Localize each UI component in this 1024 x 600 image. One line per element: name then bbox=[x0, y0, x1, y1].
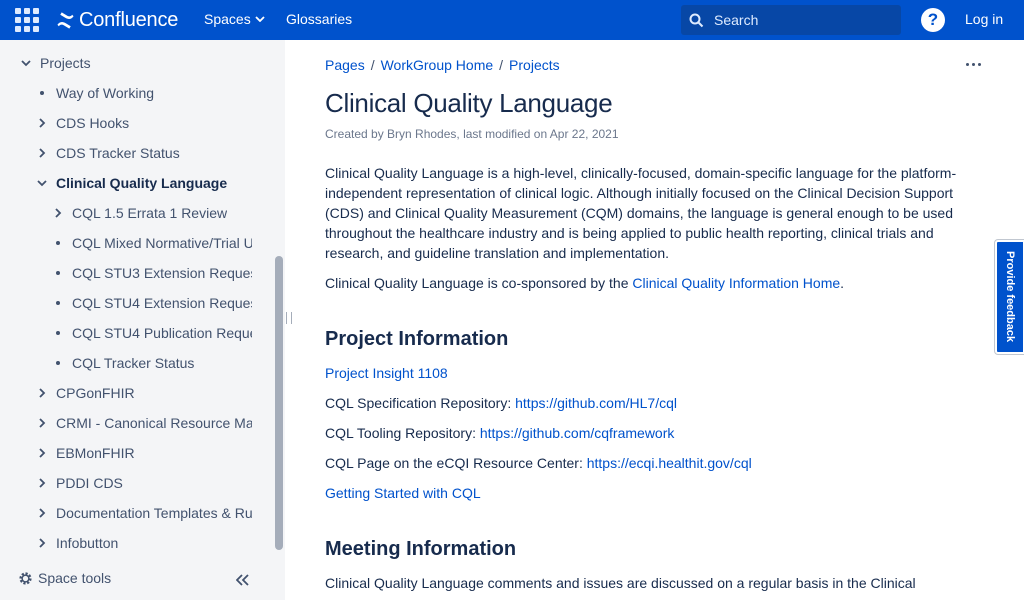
confluence-icon bbox=[57, 11, 74, 29]
login-link[interactable]: Log in bbox=[965, 11, 1003, 27]
spaces-label: Spaces bbox=[204, 11, 251, 27]
sidebar-tree-label: CQL STU3 Extension Reques bbox=[72, 265, 252, 281]
sidebar-tree-item[interactable]: EBMonFHIR bbox=[34, 438, 135, 468]
chevron-right-icon[interactable] bbox=[34, 475, 50, 491]
sidebar-tree-label: CQL STU4 Publication Reque bbox=[72, 325, 252, 341]
more-actions-icon[interactable] bbox=[966, 57, 981, 72]
help-question-icon[interactable]: ? bbox=[921, 8, 945, 32]
logo-text: Confluence bbox=[79, 8, 179, 31]
chevron-down-icon bbox=[255, 16, 265, 22]
sidebar-tree-item[interactable]: CQL STU4 Extension Reques bbox=[50, 288, 252, 318]
breadcrumb: Pages / WorkGroup Home / Projects bbox=[325, 57, 560, 73]
intro-paragraph: Clinical Quality Language is a high-leve… bbox=[325, 165, 957, 261]
sidebar-tree-label: CQL Tracker Status bbox=[72, 355, 195, 371]
bullet-icon bbox=[40, 91, 44, 95]
sidebar-tree-label: EBMonFHIR bbox=[56, 445, 135, 461]
sidebar-tree-item[interactable]: Projects bbox=[18, 48, 91, 78]
sidebar-tree-label: Projects bbox=[40, 55, 91, 71]
sidebar-tree-label: CQL STU4 Extension Reques bbox=[72, 295, 252, 311]
tooling-repo-line: CQL Tooling Repository: https://github.c… bbox=[325, 425, 675, 441]
cosponsor-paragraph: Clinical Quality Language is co-sponsore… bbox=[325, 275, 845, 291]
bullet-icon bbox=[56, 331, 60, 335]
sidebar-tree-label: Way of Working bbox=[56, 85, 155, 101]
sidebar-tree-label: CPGonFHIR bbox=[56, 385, 135, 401]
sidebar-tree-item[interactable]: Clinical Quality Language bbox=[34, 168, 227, 198]
sidebar-tree-label: CDS Hooks bbox=[56, 115, 130, 131]
chevron-right-icon[interactable] bbox=[34, 415, 50, 431]
provide-feedback-button[interactable]: Provide feedback bbox=[995, 240, 1024, 354]
getting-started-link[interactable]: Getting Started with CQL bbox=[325, 485, 481, 501]
sidebar-tree-item[interactable]: CRMI - Canonical Resource Ma bbox=[34, 408, 252, 438]
sidebar-tree-item[interactable]: CPGonFHIR bbox=[34, 378, 135, 408]
sidebar-tree-item[interactable]: CQL 1.5 Errata 1 Review bbox=[50, 198, 227, 228]
meeting-information-heading: Meeting Information bbox=[325, 538, 517, 560]
spec-repo-line: CQL Specification Repository: https://gi… bbox=[325, 395, 677, 411]
collapse-sidebar-icon[interactable] bbox=[235, 573, 250, 591]
bullet-icon bbox=[56, 301, 60, 305]
sidebar-tree-label: CQL 1.5 Errata 1 Review bbox=[72, 205, 228, 221]
sidebar-tree-item[interactable]: Documentation Templates & Ru bbox=[34, 498, 252, 528]
chevron-right-icon[interactable] bbox=[34, 115, 50, 131]
space-tools-label: Space tools bbox=[38, 570, 112, 586]
ecqi-line: CQL Page on the eCQI Resource Center: ht… bbox=[325, 455, 752, 471]
getting-started-line: Getting Started with CQL bbox=[325, 483, 481, 503]
space-tools-button[interactable]: Space tools bbox=[18, 570, 111, 586]
page-byline: Created by Bryn Rhodes, last modified on… bbox=[325, 127, 619, 141]
sidebar-tree-label: CDS Tracker Status bbox=[56, 145, 180, 161]
search-box[interactable] bbox=[681, 5, 901, 35]
project-information-heading: Project Information bbox=[325, 328, 509, 350]
chevron-down-icon[interactable] bbox=[18, 55, 34, 71]
breadcrumb-pages[interactable]: Pages bbox=[325, 57, 365, 73]
sidebar-tree-item[interactable]: PDDI CDS bbox=[34, 468, 123, 498]
gear-icon bbox=[19, 571, 32, 585]
spaces-menu[interactable]: Spaces bbox=[204, 11, 265, 27]
sidebar-tree-item[interactable]: CQL STU3 Extension Reques bbox=[50, 258, 252, 288]
sidebar-scrollbar[interactable] bbox=[275, 256, 283, 550]
sidebar-tree-item[interactable]: CDS Hooks bbox=[34, 108, 129, 138]
search-input[interactable] bbox=[714, 12, 884, 28]
sidebar-tree-item[interactable]: Way of Working bbox=[34, 78, 154, 108]
chevron-right-icon[interactable] bbox=[34, 505, 50, 521]
spec-repo-link[interactable]: https://github.com/HL7/cql bbox=[515, 395, 677, 411]
space-sidebar: Projects Way of Working CDS Hooks CDS Track… bbox=[0, 40, 285, 600]
glossaries-link[interactable]: Glossaries bbox=[286, 11, 352, 27]
top-navigation-bar: Confluence Spaces Glossaries ? Log in bbox=[0, 0, 1024, 40]
sidebar-tree-item[interactable]: Infobutton bbox=[34, 528, 118, 558]
search-icon bbox=[689, 13, 704, 27]
feedback-label: Provide feedback bbox=[1004, 251, 1016, 343]
cosponsor-link[interactable]: Clinical Quality Information Home bbox=[632, 275, 840, 291]
sidebar-tree-label: Documentation Templates & Ru bbox=[56, 505, 252, 521]
sidebar-tree-label: Clinical Quality Language bbox=[56, 175, 228, 191]
sidebar-tree-label: CRMI - Canonical Resource Ma bbox=[56, 415, 252, 431]
app-switcher-grid-icon[interactable] bbox=[15, 8, 41, 32]
sidebar-tree-item[interactable]: CQL STU4 Publication Reque bbox=[50, 318, 252, 348]
project-insight-line: Project Insight 1108 bbox=[325, 363, 448, 383]
breadcrumb-workgroup-home[interactable]: WorkGroup Home bbox=[381, 57, 494, 73]
chevron-right-icon[interactable] bbox=[34, 385, 50, 401]
chevron-right-icon[interactable] bbox=[34, 535, 50, 551]
sidebar-resize-handle[interactable] bbox=[286, 312, 292, 328]
page-title: Clinical Quality Language bbox=[325, 88, 613, 118]
project-insight-link[interactable]: Project Insight 1108 bbox=[325, 365, 448, 381]
sidebar-tree-label: CQL Mixed Normative/Trial U bbox=[72, 235, 252, 251]
ecqi-link[interactable]: https://ecqi.healthit.gov/cql bbox=[587, 455, 752, 471]
meeting-paragraph: Clinical Quality Language comments and i… bbox=[325, 575, 916, 591]
breadcrumb-projects[interactable]: Projects bbox=[509, 57, 560, 73]
sidebar-tree-item[interactable]: CQL Mixed Normative/Trial U bbox=[50, 228, 252, 258]
chevron-right-icon[interactable] bbox=[34, 145, 50, 161]
tooling-repo-link[interactable]: https://github.com/cqframework bbox=[480, 425, 675, 441]
chevron-right-icon[interactable] bbox=[50, 205, 66, 221]
bullet-icon bbox=[56, 361, 60, 365]
chevron-right-icon[interactable] bbox=[34, 445, 50, 461]
sidebar-tree-item[interactable]: CQL Tracker Status bbox=[50, 348, 194, 378]
bullet-icon bbox=[56, 241, 60, 245]
confluence-logo[interactable]: Confluence bbox=[56, 8, 178, 32]
bullet-icon bbox=[56, 271, 60, 275]
sidebar-tree-item[interactable]: CDS Tracker Status bbox=[34, 138, 180, 168]
sidebar-tree-label: Infobutton bbox=[56, 535, 119, 551]
sidebar-tree-label: PDDI CDS bbox=[56, 475, 123, 491]
chevron-down-icon[interactable] bbox=[34, 175, 50, 191]
